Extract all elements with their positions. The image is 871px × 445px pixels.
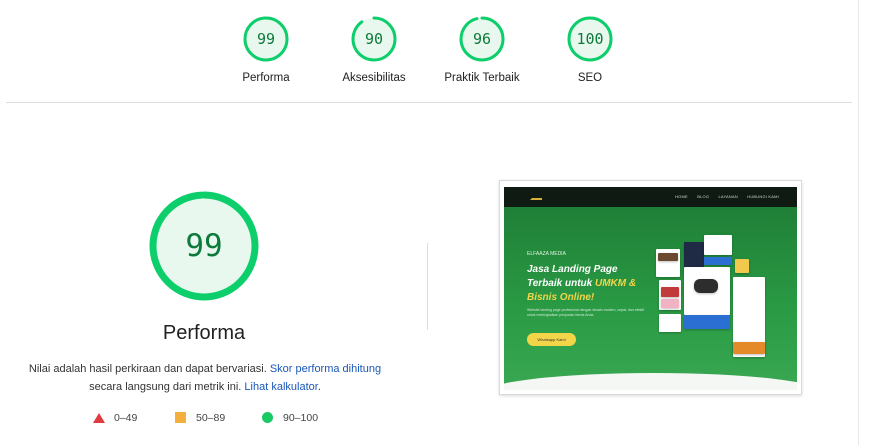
- score-description: Nilai adalah hasil perkiraan dan dapat b…: [20, 360, 390, 396]
- final-screenshot[interactable]: HOME BLOG LAYANAN HUBUNGI KAMI ELFAAZA M…: [499, 180, 802, 395]
- square-icon: [175, 412, 186, 423]
- site-nav-links: HOME BLOG LAYANAN HUBUNGI KAMI: [667, 194, 779, 199]
- mockup-card: [659, 314, 681, 332]
- score-legend: 0–49 50–89 90–100: [0, 410, 420, 428]
- gauge-label: Praktik Terbaik: [444, 72, 520, 84]
- site-headline: Jasa Landing Page Terbaik untuk UMKM & B…: [527, 263, 647, 305]
- gauge-praktik-terbaik[interactable]: 96 Praktik Terbaik: [427, 16, 537, 84]
- score-calc-link[interactable]: Skor performa dihitung: [270, 363, 381, 375]
- site-navbar: HOME BLOG LAYANAN HUBUNGI KAMI: [504, 187, 797, 207]
- gauge-performa[interactable]: 99 Performa: [211, 16, 321, 84]
- vertical-divider: [427, 243, 428, 330]
- legend-average: 50–89: [175, 410, 225, 426]
- legend-fail: 0–49: [93, 410, 137, 426]
- nav-link: BLOG: [697, 194, 710, 199]
- gauge-score: 99: [256, 30, 276, 48]
- gauge-score: 96: [472, 30, 492, 48]
- mockup-card: [733, 342, 765, 354]
- gauge-score: 100: [576, 30, 604, 48]
- mockup-card: [661, 287, 679, 297]
- gauge-label: Performa: [242, 72, 290, 84]
- mockup-card: [735, 259, 749, 273]
- gauge-score: 90: [364, 30, 384, 48]
- main-score: 99: [185, 228, 223, 264]
- site-cta-button: Whatsapp Kami: [527, 333, 576, 346]
- nav-link: HUBUNGI KAMI: [747, 194, 779, 199]
- legend-pass: 90–100: [262, 410, 318, 426]
- circle-icon: [262, 412, 273, 423]
- mockup-card: [684, 315, 730, 329]
- gauge-label: SEO: [577, 72, 603, 84]
- screenshot-image: HOME BLOG LAYANAN HUBUNGI KAMI ELFAAZA M…: [504, 187, 797, 390]
- mockup-card: [704, 257, 732, 265]
- site-wave: [504, 373, 797, 390]
- gauge-aksesibilitas[interactable]: 90 Aksesibilitas: [319, 16, 429, 84]
- gauge-label: Aksesibilitas: [342, 72, 406, 84]
- gauge-seo[interactable]: 100 SEO: [535, 16, 645, 84]
- site-logo-icon: [530, 194, 542, 200]
- mockup-card: [658, 253, 678, 261]
- desc-text: .: [317, 381, 321, 393]
- desc-text: Nilai adalah hasil perkiraan dan dapat b…: [28, 363, 270, 375]
- nav-link: LAYANAN: [718, 194, 738, 199]
- mockup-card: [694, 279, 718, 293]
- calculator-link[interactable]: Lihat kalkulator: [244, 381, 317, 393]
- main-category-title: Performa: [162, 322, 246, 344]
- desc-text: secara langsung dari metrik ini.: [89, 381, 245, 393]
- site-subtext: Website landing page profesional dengan …: [527, 308, 645, 317]
- mockup-card: [704, 235, 732, 255]
- score-gauges: 99 Performa 90 Aksesibilitas 96 Praktik …: [0, 16, 871, 96]
- main-score-gauge: 99: [148, 190, 260, 302]
- triangle-icon: [93, 413, 105, 423]
- site-brand: ELFAAZA MEDIA: [527, 251, 566, 257]
- mockup-card: [661, 299, 679, 308]
- nav-link: HOME: [675, 194, 688, 199]
- section-divider: [6, 102, 852, 103]
